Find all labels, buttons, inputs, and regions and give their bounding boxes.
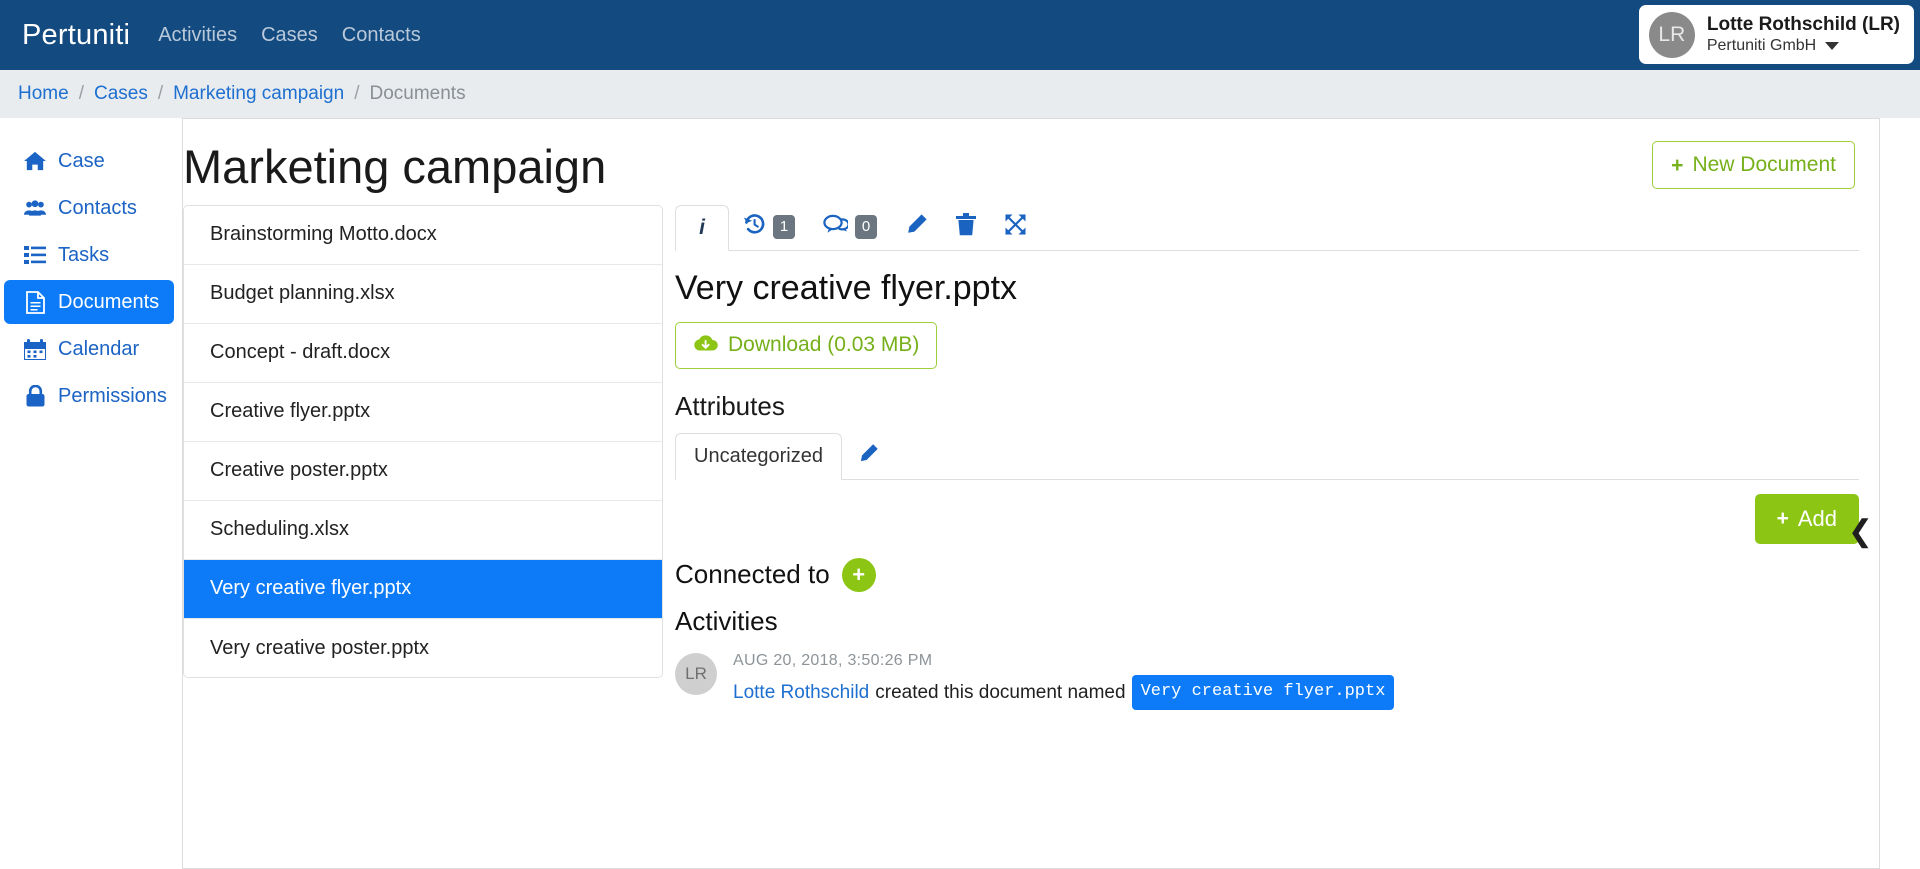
history-button[interactable]: 1	[729, 204, 809, 250]
calendar-icon	[24, 338, 46, 360]
breadcrumb-item-documents: Documents	[369, 83, 466, 104]
add-label: Add	[1797, 505, 1837, 531]
download-label: Download (0.03 MB)	[728, 333, 920, 357]
new-document-button[interactable]: + New Document	[1652, 141, 1855, 189]
comments-count-badge: 0	[855, 214, 877, 239]
top-navigation-bar: Pertuniti Activities Cases Contacts LR L…	[0, 0, 1920, 70]
plus-icon: +	[1776, 507, 1789, 531]
edit-button[interactable]	[891, 204, 942, 250]
sidebar-item-case[interactable]: Case	[4, 139, 174, 183]
sidebar-item-label: Documents	[58, 290, 160, 313]
activity-user-link[interactable]: Lotte Rothschild	[733, 678, 869, 707]
sidebar-item-label: Case	[58, 149, 105, 172]
pencil-icon	[858, 443, 879, 469]
sidebar-item-permissions[interactable]: Permissions	[4, 374, 174, 418]
expand-button[interactable]	[990, 204, 1041, 250]
sidebar-item-contacts[interactable]: Contacts	[4, 186, 174, 230]
attribute-tabs: Uncategorized	[675, 432, 1859, 480]
activity-body: AUG 20, 2018, 3:50:26 PM Lotte Rothschil…	[733, 649, 1395, 710]
activity-action-text: created this document named	[875, 681, 1126, 703]
breadcrumb-item-home[interactable]: Home	[18, 83, 69, 105]
tab-uncategorized[interactable]: Uncategorized	[675, 432, 842, 480]
main-content-card: Marketing campaign + New Document Brains…	[182, 118, 1880, 869]
document-detail-pane: i 1 0 Very creative flyer.pptx Download …	[675, 204, 1879, 710]
sidebar-item-tasks[interactable]: Tasks	[4, 233, 174, 277]
users-icon	[24, 197, 46, 219]
sidebar-item-label: Tasks	[58, 243, 110, 266]
activity-document-chip: Very creative flyer.pptx	[1131, 675, 1395, 710]
add-button[interactable]: + Add	[1754, 493, 1859, 544]
breadcrumb-separator: /	[354, 83, 360, 104]
expand-icon	[1004, 213, 1027, 241]
list-item[interactable]: Brainstorming Motto.docx	[184, 205, 662, 265]
add-attribute-row: + Add	[675, 480, 1859, 544]
breadcrumb-item-marketing-campaign[interactable]: Marketing campaign	[173, 83, 344, 105]
activity-feed-item: LR AUG 20, 2018, 3:50:26 PM Lotte Rothsc…	[675, 649, 1859, 710]
app-brand[interactable]: Pertuniti	[22, 19, 130, 52]
breadcrumb-item-cases[interactable]: Cases	[94, 83, 148, 105]
list-item[interactable]: Scheduling.xlsx	[184, 500, 662, 560]
activities-heading: Activities	[675, 605, 778, 636]
breadcrumb: Home / Cases / Marketing campaign / Docu…	[0, 70, 1920, 118]
avatar: LR	[675, 652, 717, 695]
user-info: Lotte Rothschild (LR) Pertuniti GmbH	[1707, 13, 1900, 57]
tab-info[interactable]: i	[675, 204, 729, 251]
user-name: Lotte Rothschild (LR)	[1706, 13, 1900, 35]
delete-button[interactable]	[942, 204, 990, 250]
add-connection-button[interactable]: +	[841, 557, 876, 592]
sidebar-item-label: Permissions	[58, 384, 167, 407]
home-icon	[24, 150, 46, 172]
user-organization: Pertuniti GmbH	[1706, 37, 1817, 55]
detail-toolbar: i 1 0	[675, 204, 1859, 251]
lock-icon	[24, 385, 46, 407]
collapse-panel-icon[interactable]: ❮	[1848, 514, 1873, 549]
list-icon	[24, 244, 46, 266]
list-item[interactable]: Very creative poster.pptx	[184, 618, 662, 677]
list-item-selected[interactable]: Very creative flyer.pptx	[184, 559, 662, 619]
nav-link-cases[interactable]: Cases	[261, 24, 318, 47]
plus-icon: +	[1671, 153, 1684, 177]
list-item[interactable]: Creative poster.pptx	[184, 441, 662, 501]
connected-to-section: Connected to +	[675, 557, 1859, 592]
primary-nav: Activities Cases Contacts	[158, 24, 421, 47]
nav-link-contacts[interactable]: Contacts	[342, 24, 421, 47]
sidebar-item-label: Calendar	[58, 337, 140, 360]
new-document-label: New Document	[1692, 153, 1836, 176]
trash-icon	[956, 212, 976, 241]
page-body: Case Contacts Tasks Documents Calendar P…	[0, 118, 1920, 869]
document-icon	[24, 290, 46, 314]
document-title: Very creative flyer.pptx	[675, 268, 1018, 307]
sidebar-item-calendar[interactable]: Calendar	[4, 327, 174, 371]
pencil-icon	[905, 213, 928, 241]
edit-attributes-button[interactable]	[842, 433, 895, 479]
sidebar-item-documents[interactable]: Documents	[4, 280, 174, 324]
page-header: Marketing campaign + New Document	[183, 119, 1879, 193]
activity-text: Lotte Rothschild created this document n…	[733, 675, 1395, 710]
history-count-badge: 1	[773, 214, 795, 239]
list-item[interactable]: Concept - draft.docx	[184, 323, 662, 383]
breadcrumb-separator: /	[78, 83, 84, 104]
sidebar: Case Contacts Tasks Documents Calendar P…	[0, 118, 182, 869]
list-item[interactable]: Creative flyer.pptx	[184, 382, 662, 442]
attributes-heading: Attributes	[675, 390, 785, 421]
download-button[interactable]: Download (0.03 MB)	[675, 321, 938, 369]
connected-to-label: Connected to	[675, 559, 830, 590]
history-icon	[743, 213, 766, 240]
page-title: Marketing campaign	[183, 140, 607, 193]
content-panes: Brainstorming Motto.docx Budget planning…	[183, 193, 1879, 710]
user-menu[interactable]: LR Lotte Rothschild (LR) Pertuniti GmbH	[1638, 5, 1914, 64]
avatar: LR	[1648, 11, 1695, 58]
activity-timestamp: AUG 20, 2018, 3:50:26 PM	[733, 651, 933, 669]
comment-icon	[823, 214, 850, 239]
document-list[interactable]: Brainstorming Motto.docx Budget planning…	[183, 204, 663, 678]
comments-button[interactable]: 0	[809, 204, 891, 250]
nav-link-activities[interactable]: Activities	[158, 24, 237, 47]
sidebar-item-label: Contacts	[58, 196, 137, 219]
cloud-download-icon	[693, 333, 718, 358]
breadcrumb-separator: /	[157, 83, 164, 104]
chevron-down-icon[interactable]	[1825, 42, 1840, 51]
list-item[interactable]: Budget planning.xlsx	[184, 264, 662, 324]
